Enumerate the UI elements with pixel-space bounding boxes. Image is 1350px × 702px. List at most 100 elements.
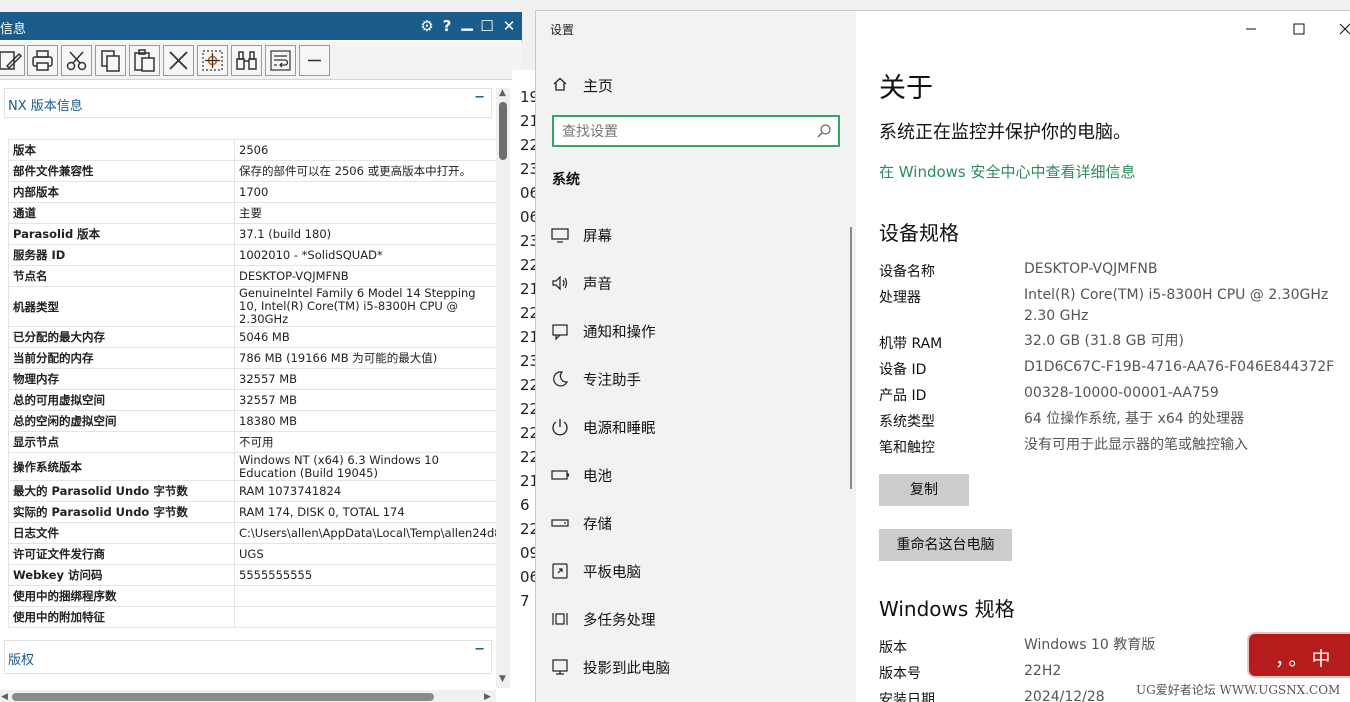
row-value: 不可用 bbox=[234, 431, 498, 453]
windows-specs-heading: Windows 规格 bbox=[879, 597, 1015, 621]
spec-value: 22H2 bbox=[1024, 663, 1062, 679]
copy-icon[interactable] bbox=[95, 45, 126, 76]
minus-icon[interactable] bbox=[299, 45, 330, 76]
protection-status: 系统正在监控并保护你的电脑。 bbox=[879, 122, 1131, 143]
home-icon bbox=[553, 77, 567, 91]
row-key: 使用中的附加特征 bbox=[8, 606, 235, 628]
table-row: 已分配的最大内存 5046 MB bbox=[8, 326, 498, 348]
rename-pc-button[interactable]: 重命名这台电脑 bbox=[879, 529, 1012, 561]
row-value: 37.1 (build 180) bbox=[234, 223, 498, 245]
section-header-system: 系统 bbox=[552, 172, 580, 188]
spec-value: 2.30 GHz bbox=[1024, 308, 1089, 324]
sidebar-item-display[interactable]: 屏幕 bbox=[536, 213, 856, 257]
collapse-icon[interactable]: − bbox=[474, 90, 485, 105]
strip-number: 21 bbox=[520, 472, 536, 490]
nx-title-bar[interactable]: 信息 ⚙ ? ▁ ☐ ✕ bbox=[0, 12, 522, 40]
settings-window: 设置 主页 系统 屏幕声音通知和操作专注助手电源和睡眠电池存储平板电脑多任务处理… bbox=[535, 10, 1350, 702]
table-row: 通道 主要 bbox=[8, 202, 498, 224]
close-icon[interactable] bbox=[1334, 19, 1350, 39]
search-input[interactable] bbox=[562, 123, 802, 141]
table-row: 操作系统版本 Windows NT (x64) 6.3 Windows 10 Ed… bbox=[8, 452, 498, 481]
about-page: 关于 系统正在监控并保护你的电脑。 在 Windows 安全中心中查看详细信息 … bbox=[856, 11, 1350, 702]
minimize-icon[interactable] bbox=[1240, 19, 1262, 39]
spec-value: 64 位操作系统, 基于 x64 的处理器 bbox=[1024, 411, 1245, 427]
strip-number: 21 bbox=[520, 280, 536, 298]
close-icon[interactable]: ✕ bbox=[500, 16, 518, 36]
scroll-down-arrow-icon[interactable]: ▼ bbox=[499, 674, 506, 684]
print-icon[interactable] bbox=[27, 45, 58, 76]
cut-icon[interactable] bbox=[61, 45, 92, 76]
vertical-scrollbar[interactable]: ▲ ▼ bbox=[496, 88, 510, 688]
search-box[interactable] bbox=[552, 115, 840, 147]
row-value: C:\Users\allen\AppData\Local\Temp\allen2… bbox=[234, 522, 498, 544]
sidebar-item-sound[interactable]: 声音 bbox=[536, 261, 856, 305]
ime-indicator[interactable]: ，。中 bbox=[1247, 632, 1350, 678]
sidebar-item-storage[interactable]: 存储 bbox=[536, 501, 856, 545]
row-value: GenuineIntel Family 6 Model 14 Stepping … bbox=[234, 286, 498, 327]
row-key: 当前分配的内存 bbox=[8, 347, 235, 369]
sidebar-item-notification[interactable]: 通知和操作 bbox=[536, 309, 856, 353]
scroll-left-arrow-icon[interactable]: ◀ bbox=[1, 692, 8, 702]
strip-number: 21 bbox=[520, 328, 536, 346]
sidebar-scrollbar[interactable] bbox=[850, 227, 852, 489]
row-value: RAM 1073741824 bbox=[234, 480, 498, 502]
scrollbar-thumb[interactable] bbox=[499, 102, 507, 160]
device-specs-heading: 设备规格 bbox=[879, 221, 959, 245]
sidebar-item-moon[interactable]: 专注助手 bbox=[536, 357, 856, 401]
strip-number: 22 bbox=[520, 256, 536, 274]
table-row: 节点名 DESKTOP-VQJMFNB bbox=[8, 265, 498, 287]
scroll-right-arrow-icon[interactable]: ▶ bbox=[484, 692, 491, 702]
row-value: RAM 174, DISK 0, TOTAL 174 bbox=[234, 501, 498, 523]
scroll-up-arrow-icon[interactable]: ▲ bbox=[499, 88, 506, 98]
strip-number: 23 bbox=[520, 232, 536, 250]
sidebar-item-project[interactable]: 投影到此电脑 bbox=[536, 645, 856, 689]
edit-icon[interactable] bbox=[0, 45, 25, 76]
wrap-text-icon[interactable] bbox=[265, 45, 296, 76]
table-row: 当前分配的内存 786 MB (19166 MB 为可能的最大值) bbox=[8, 347, 498, 369]
row-value: 5555555555 bbox=[234, 564, 498, 586]
sidebar-item-tablet[interactable]: 平板电脑 bbox=[536, 549, 856, 593]
collapse-icon[interactable]: − bbox=[474, 642, 485, 657]
paste-icon[interactable] bbox=[129, 45, 160, 76]
horizontal-scrollbar[interactable]: ◀ ▶ bbox=[0, 690, 496, 702]
target-icon[interactable] bbox=[197, 45, 228, 76]
strip-number: 19 bbox=[520, 88, 536, 106]
sidebar-item-label: 电源和睡眠 bbox=[583, 421, 656, 437]
table-row: 最大的 Parasolid Undo 字节数 RAM 1073741824 bbox=[8, 480, 498, 502]
delete-icon[interactable] bbox=[163, 45, 194, 76]
nav-home-label: 主页 bbox=[583, 77, 614, 95]
row-value: 1002010 - *SolidSQUAD* bbox=[234, 244, 498, 266]
section-header-nx-version[interactable]: NX 版本信息 − bbox=[4, 88, 492, 118]
strip-number: 06 bbox=[520, 184, 536, 202]
strip-number: 23 bbox=[520, 160, 536, 178]
sidebar-item-label: 投影到此电脑 bbox=[583, 661, 670, 677]
gear-icon[interactable]: ⚙ bbox=[418, 16, 436, 36]
sidebar-item-power[interactable]: 电源和睡眠 bbox=[536, 405, 856, 449]
copy-button[interactable]: 复制 bbox=[879, 474, 969, 506]
sidebar-item-label: 声音 bbox=[583, 277, 612, 293]
section-header-copyright[interactable]: 版权 − bbox=[4, 640, 492, 674]
sidebar-item-multitask[interactable]: 多任务处理 bbox=[536, 597, 856, 641]
sidebar-item-label: 电池 bbox=[583, 469, 612, 485]
nx-info-window: 信息 ⚙ ? ▁ ☐ ✕ NX 版本信息 − 版本 2506 部件文件兼容性 保… bbox=[0, 12, 522, 702]
strip-number: 06 bbox=[520, 568, 536, 586]
table-row: 日志文件 C:\Users\allen\AppData\Local\Temp\al… bbox=[8, 522, 498, 544]
row-key: Webkey 访问码 bbox=[8, 564, 235, 586]
row-key: 机器类型 bbox=[8, 286, 235, 327]
spec-label: 安装日期 bbox=[879, 692, 935, 702]
spec-value: 32.0 GB (31.8 GB 可用) bbox=[1024, 333, 1184, 349]
spec-value: Intel(R) Core(TM) i5-8300H CPU @ 2.30GHz bbox=[1024, 287, 1329, 303]
sidebar-item-battery[interactable]: 电池 bbox=[536, 453, 856, 497]
binoculars-icon[interactable] bbox=[231, 45, 262, 76]
help-icon[interactable]: ? bbox=[438, 16, 456, 36]
minimize-icon[interactable]: ▁ bbox=[458, 12, 476, 32]
security-center-link[interactable]: 在 Windows 安全中心中查看详细信息 bbox=[879, 161, 1136, 182]
row-key: Parasolid 版本 bbox=[8, 223, 235, 245]
scrollbar-thumb[interactable] bbox=[12, 693, 434, 701]
row-key: 实际的 Parasolid Undo 字节数 bbox=[8, 501, 235, 523]
maximize-icon[interactable] bbox=[1288, 19, 1310, 39]
maximize-icon[interactable]: ☐ bbox=[478, 16, 496, 36]
sidebar-item-label: 屏幕 bbox=[583, 229, 612, 245]
search-icon[interactable] bbox=[816, 123, 832, 139]
row-value: UGS bbox=[234, 543, 498, 565]
